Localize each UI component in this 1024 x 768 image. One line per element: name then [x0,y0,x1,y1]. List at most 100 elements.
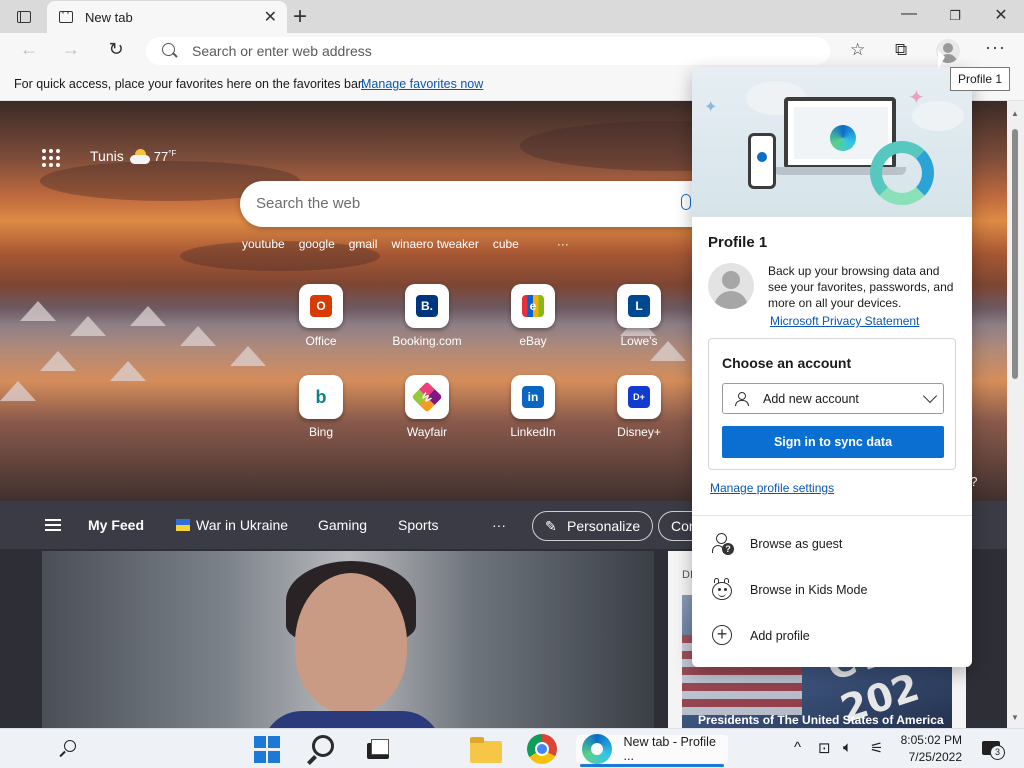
chrome-icon[interactable] [527,734,557,764]
person-icon [735,392,749,406]
file-explorer-icon[interactable] [470,735,502,763]
suggestion[interactable]: gmail [349,237,378,251]
weather-widget[interactable]: Tunis 77°F [90,148,176,164]
tile-bing[interactable]: b Bing [268,375,374,439]
choose-account-panel: Choose an account Add new account Sign i… [708,338,956,470]
input-settings-icon[interactable]: ⚟ [870,739,883,757]
manage-profile-settings-link[interactable]: Manage profile settings [710,481,834,495]
clock-time: 8:05:02 PM [900,733,962,747]
settings-more-icon[interactable]: ··· [985,37,1006,58]
notifications-icon[interactable]: 3 [982,741,1005,760]
forward-button[interactable]: → [58,39,84,60]
choose-account-title: Choose an account [722,355,852,371]
clock-date: 7/25/2022 [908,750,962,764]
collections-icon[interactable]: ⧉ [895,40,907,60]
tile-ebay[interactable]: e eBay [480,284,586,348]
tab-my-feed[interactable]: My Feed [88,517,144,533]
menu-item-label: Browse in Kids Mode [750,583,868,597]
feed-more-button[interactable]: ··· [492,517,506,533]
sync-ring-illustration [870,141,934,205]
suggestion[interactable]: google [299,237,335,251]
suggestion[interactable]: cube [493,237,519,251]
favbar-message: For quick access, place your favorites h… [14,77,365,91]
close-window-button[interactable]: ✕ [986,5,1016,25]
start-button[interactable] [254,735,280,763]
booking-icon: B. [416,295,438,317]
tab-sports[interactable]: Sports [398,517,438,533]
menu-item-label: Browse as guest [750,537,843,551]
personalize-label: Personalize [567,518,641,534]
tile-lowes[interactable]: L Lowe's [586,284,692,348]
sync-illustration: ✦ ✦ [692,67,972,217]
restore-button[interactable]: ❐ [940,8,970,24]
tab-gaming[interactable]: Gaming [318,517,367,533]
task-view-icon[interactable] [363,735,393,763]
apps-launcher-icon[interactable] [42,149,60,167]
web-search-placeholder: Search the web [256,195,361,212]
tile-office[interactable]: O Office [268,284,374,348]
tray-overflow-icon[interactable]: ^ [794,739,801,756]
taskbar: New tab - Profile ... ^ ⊡ 🔈︎ ⚟ 8:05:02 P… [0,728,1024,768]
weather-temp: 77 [153,148,169,164]
suggestion[interactable]: youtube [242,237,285,251]
page-scrollbar[interactable]: ▲ ▼ [1007,101,1024,728]
network-icon[interactable]: ⊡ [818,739,831,757]
personalize-button[interactable]: ✎ Personalize [532,511,654,541]
account-dropdown[interactable]: Add new account [722,383,944,414]
favorites-icon[interactable]: ☆ [850,40,865,60]
sign-in-sync-button[interactable]: Sign in to sync data [722,426,944,458]
tile-linkedin[interactable]: in LinkedIn [480,375,586,439]
taskbar-edge-window[interactable]: New tab - Profile ... [576,734,728,767]
manage-favorites-link[interactable]: Manage favorites now [361,77,483,91]
magnifier-app-icon[interactable] [308,735,340,763]
profile-tooltip: Profile 1 [950,67,1011,91]
tab-actions-icon[interactable] [10,7,38,27]
ebay-icon: e [522,295,544,317]
privacy-statement-link[interactable]: Microsoft Privacy Statement [770,314,919,328]
volume-icon[interactable]: 🔈︎ [843,739,852,756]
scroll-down-icon[interactable]: ▼ [1011,713,1019,722]
clock[interactable]: 8:05:02 PM 7/25/2022 [898,732,962,766]
chevron-down-icon [922,388,938,404]
scroll-thumb[interactable] [1012,129,1018,379]
tile-label: Disney+ [617,425,661,439]
tile-wayfair[interactable]: w Wayfair [374,375,480,439]
minimize-button[interactable]: — [894,5,924,23]
browse-as-guest-item[interactable]: Browse as guest [692,525,972,565]
kids-mode-item[interactable]: Browse in Kids Mode [692,571,972,611]
tile-label: LinkedIn [510,425,556,439]
more-suggestions-button[interactable]: ··· [557,237,569,251]
new-tab-button[interactable]: + [293,3,307,31]
add-profile-item[interactable]: + Add profile [692,617,972,657]
close-tab-icon[interactable]: ✕ [264,7,277,27]
microphone-icon[interactable] [681,194,691,210]
scroll-up-icon[interactable]: ▲ [1011,109,1019,118]
suggestion[interactable]: winaero tweaker [391,237,478,251]
taskbar-window-title: New tab - Profile ... [623,735,716,763]
address-bar[interactable]: Search or enter web address [146,37,830,65]
weather-unit: °F [168,148,177,158]
quick-links-row-2: b Bing w Wayfair in LinkedIn D+ Disney+ [268,375,692,439]
tile-disney[interactable]: D+ Disney+ [586,375,692,439]
quick-links-row-1: O Office B. Booking.com e eBay L Lowe's [268,284,692,348]
wayfair-icon: w [411,381,443,413]
back-button[interactable]: ← [16,39,42,60]
address-placeholder: Search or enter web address [192,43,372,59]
lowes-icon: L [628,295,650,317]
tab-new-tab[interactable]: New tab ✕ [47,1,287,33]
linkedin-icon: in [522,386,544,408]
sparkle-icon: ✦ [704,99,718,116]
search-suggestions: youtube google gmail winaero tweaker cub… [242,237,569,251]
refresh-button[interactable]: ↻ [103,39,129,60]
taskbar-search-icon[interactable] [62,735,82,763]
tab-war-in-ukraine[interactable]: War in Ukraine [176,517,288,533]
web-search-box[interactable]: Search the web [240,181,710,227]
disney-plus-icon: D+ [628,386,650,408]
news-card-main[interactable] [42,551,654,728]
hamburger-menu-icon[interactable] [45,519,61,531]
tile-label: Bing [308,425,334,439]
avatar [708,263,754,309]
sparkle-icon: ✦ [908,87,925,109]
tile-booking[interactable]: B. Booking.com [374,284,480,348]
office-icon: O [310,295,332,317]
